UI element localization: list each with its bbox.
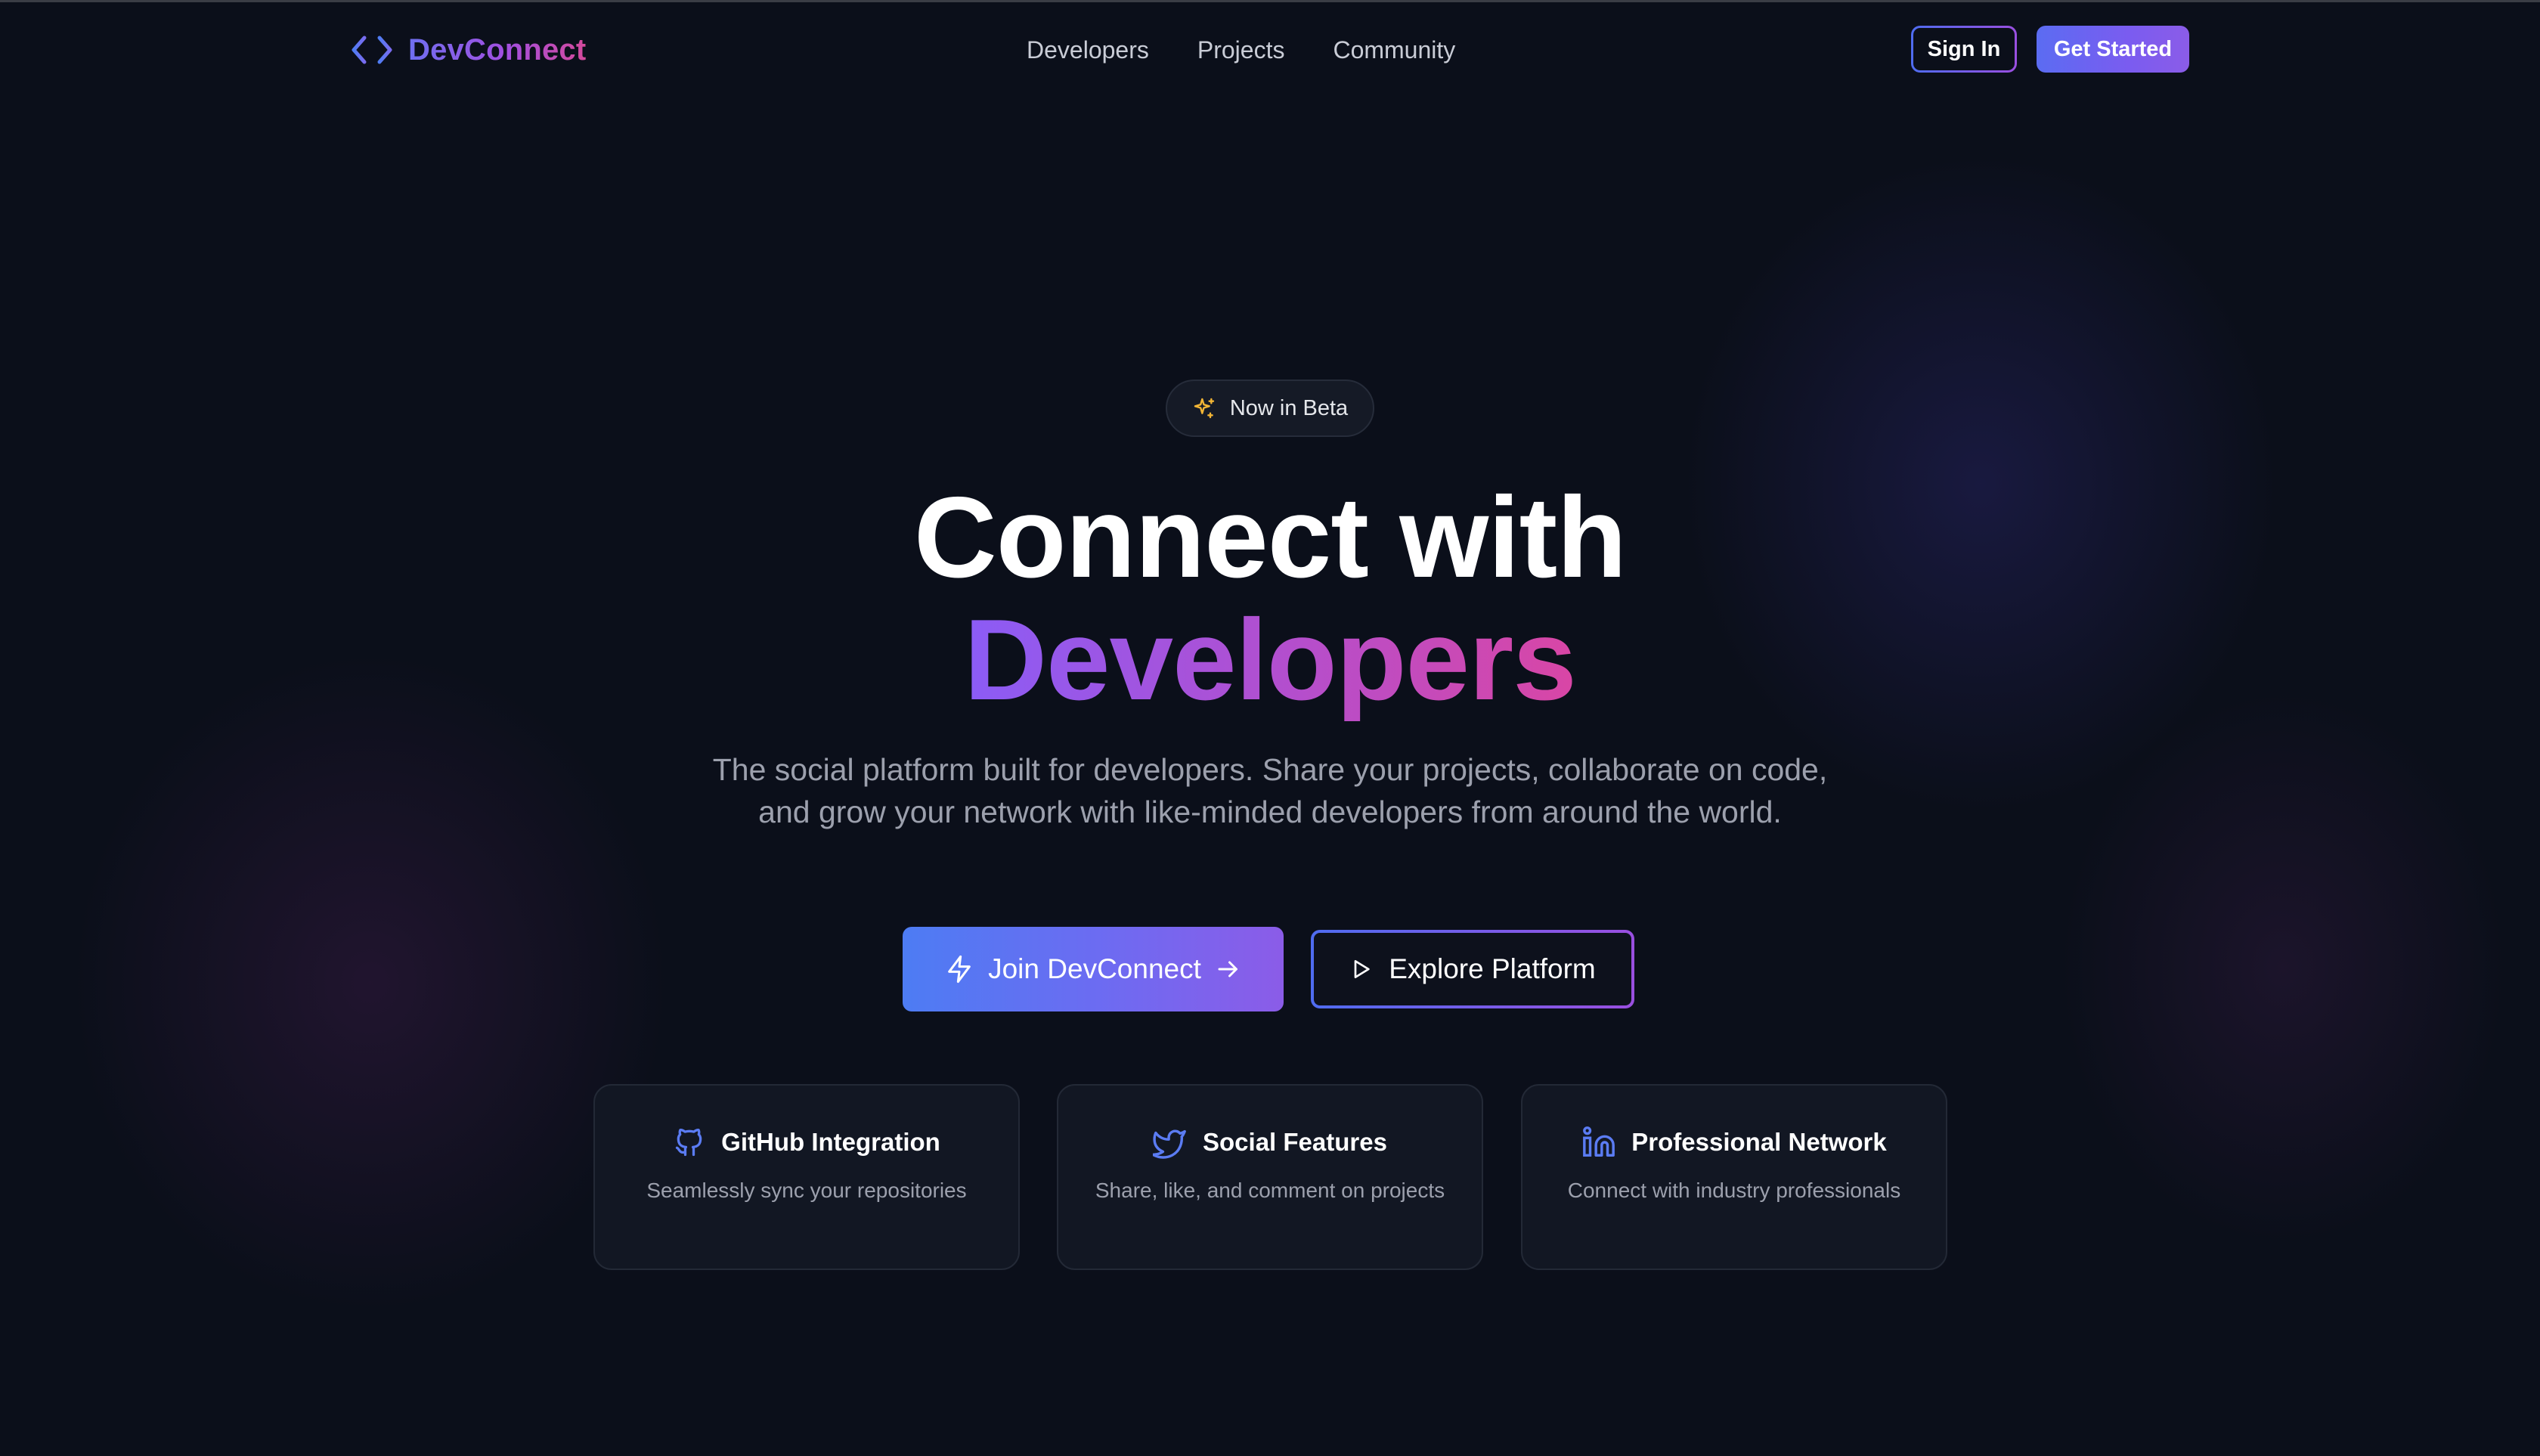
play-icon bbox=[1354, 960, 1370, 978]
feature-card-social: Social Features Share, like, and comment… bbox=[1057, 1084, 1483, 1270]
feature-card-professional: Professional Network Connect with indust… bbox=[1521, 1084, 1947, 1270]
sign-in-button[interactable]: Sign In bbox=[1911, 26, 2017, 73]
linkedin-icon bbox=[1583, 1126, 1615, 1157]
feature-title: Social Features bbox=[1203, 1128, 1387, 1156]
beta-badge: Now in Beta bbox=[1166, 379, 1374, 437]
nav-link-projects[interactable]: Projects bbox=[1197, 36, 1285, 64]
beta-badge-label: Now in Beta bbox=[1229, 395, 1349, 420]
code-brackets-icon bbox=[352, 36, 392, 64]
explore-platform-button[interactable]: Explore Platform bbox=[1311, 930, 1634, 1008]
hero-title: Connect with Developers bbox=[0, 476, 2540, 721]
feature-title: GitHub Integration bbox=[721, 1128, 940, 1156]
hero-subtitle: The social platform built for developers… bbox=[712, 752, 1828, 829]
join-devconnect-button[interactable]: Join DevConnect bbox=[903, 927, 1284, 1011]
get-started-button[interactable]: Get Started bbox=[2037, 26, 2189, 73]
feature-description: Connect with industry professionals bbox=[1567, 1179, 1901, 1202]
hero-title-line1: Connect with bbox=[913, 473, 1627, 602]
brand-logo-link[interactable]: DevConnect bbox=[349, 29, 586, 71]
github-icon bbox=[676, 1128, 702, 1157]
feature-title: Professional Network bbox=[1631, 1128, 1887, 1156]
nav-link-community[interactable]: Community bbox=[1333, 36, 1455, 64]
hero-title-line2: Developers bbox=[964, 596, 1577, 724]
join-devconnect-label: Join DevConnect bbox=[988, 953, 1201, 984]
main-nav: Developers Projects Community bbox=[1027, 30, 1455, 70]
nav-link-developers[interactable]: Developers bbox=[1027, 36, 1149, 64]
lightning-icon bbox=[948, 955, 971, 984]
sparkles-icon bbox=[1194, 398, 1215, 419]
feature-description: Share, like, and comment on projects bbox=[1095, 1179, 1445, 1202]
explore-platform-label: Explore Platform bbox=[1389, 953, 1596, 984]
twitter-icon bbox=[1153, 1129, 1186, 1159]
arrow-right-icon bbox=[1218, 961, 1237, 977]
feature-description: Seamlessly sync your repositories bbox=[646, 1179, 967, 1202]
brand-name: DevConnect bbox=[408, 33, 587, 67]
navbar: DevConnect Developers Projects Community… bbox=[0, 0, 2540, 98]
feature-card-github: GitHub Integration Seamlessly sync your … bbox=[593, 1084, 1020, 1270]
